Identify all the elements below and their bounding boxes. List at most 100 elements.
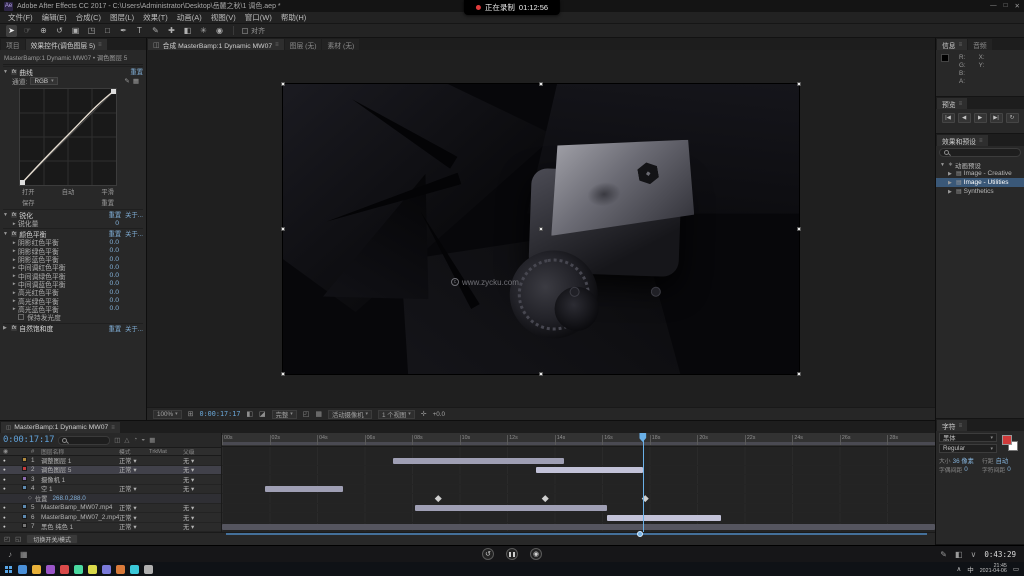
current-timecode[interactable]: 0:00:17:17 <box>3 435 54 445</box>
viewer-timecode[interactable]: 0:00:17:17 <box>200 410 241 418</box>
parameter-value[interactable]: 0.0 <box>110 297 119 304</box>
playhead-handle[interactable] <box>639 433 646 442</box>
pan-behind-tool[interactable]: ◳ <box>86 25 97 37</box>
layer-row[interactable]: ●7黑色 纯色 1正常 ▾无 ▾ <box>0 523 221 533</box>
tab-character[interactable]: 字符 ≡ <box>937 420 967 431</box>
layer-track[interactable] <box>222 513 935 523</box>
transparency-grid-icon[interactable]: ▦ <box>315 410 322 418</box>
expand-transfer-icon[interactable]: ◱ <box>15 535 21 543</box>
preset-tree-item[interactable]: ▶▤Synthetics <box>936 187 1024 196</box>
selection-handle[interactable] <box>539 227 543 231</box>
layer-duration-bar[interactable] <box>536 467 643 473</box>
reset-link[interactable]: 重置 <box>109 324 122 333</box>
blend-mode-select[interactable]: 正常 ▾ <box>119 503 149 512</box>
layer-track[interactable] <box>222 475 935 485</box>
about-link[interactable]: 关于... <box>125 229 143 238</box>
viewer-tab-2[interactable]: 素材 (无) <box>322 39 359 50</box>
property-value[interactable]: 268.0,288.0 <box>52 495 85 502</box>
composition-view[interactable]: ◆ c www.zycku.com <box>283 84 799 374</box>
curve-button[interactable]: 重置 <box>101 198 114 207</box>
curve-button[interactable]: 自动 <box>62 187 75 196</box>
font-family-select[interactable]: 黑体▾ <box>939 433 997 442</box>
parameter-value[interactable]: 0 <box>115 220 119 227</box>
maximize-button[interactable]: □ <box>1004 2 1008 10</box>
layer-row[interactable]: ●6MasterBamp_MW07_2.mp4正常 ▾无 ▾ <box>0 513 221 523</box>
shape-tool[interactable]: □ <box>102 25 113 37</box>
curve-grid-icon[interactable]: ▦ <box>133 77 139 85</box>
comp-flowchart-icon[interactable]: ◫ <box>114 436 120 444</box>
layer-track[interactable] <box>222 504 935 514</box>
selection-handle[interactable] <box>281 227 285 231</box>
puppet-pin-tool[interactable]: ◉ <box>214 25 225 37</box>
layer-label-color[interactable] <box>22 457 27 462</box>
zoom-tool[interactable]: ⊕ <box>38 25 49 37</box>
menu-item[interactable]: 窗口(W) <box>245 12 272 23</box>
timeline-navigator[interactable] <box>226 533 927 535</box>
expand-switches-icon[interactable]: ◰ <box>4 535 10 543</box>
fill-color-swatch[interactable] <box>1002 435 1012 445</box>
presets-search-input[interactable] <box>939 148 1021 157</box>
layer-track[interactable] <box>222 523 935 533</box>
effect-curves-header[interactable]: ▼ fx 曲线 重置 <box>3 66 143 76</box>
selection-handle[interactable] <box>797 372 801 376</box>
layer-duration-bar[interactable] <box>222 524 935 530</box>
exposure-value[interactable]: +0.0 <box>433 411 445 418</box>
selection-handle[interactable] <box>539 82 543 86</box>
visibility-toggle[interactable]: ● <box>3 524 6 529</box>
tab-audio[interactable]: 音频 <box>968 39 992 50</box>
parameter-value[interactable]: 0.0 <box>110 256 119 263</box>
menu-item[interactable]: 帮助(H) <box>281 12 306 23</box>
channel-select[interactable]: RGB▾ <box>30 77 57 86</box>
shy-layers-icon[interactable]: ◔ <box>133 436 137 444</box>
layer-name[interactable]: MasterBamp_MW07.mp4 <box>41 504 119 511</box>
parent-select[interactable]: 无 ▾ <box>183 513 221 522</box>
menu-item[interactable]: 合成(C) <box>76 12 101 23</box>
parameter-value[interactable]: 0.0 <box>110 289 119 296</box>
timeline-track-area[interactable]: 00s02s04s06s08s10s12s14s16s18s20s22s24s2… <box>222 433 935 532</box>
annotate-icon[interactable]: ✎ <box>940 550 947 559</box>
preset-tree-item[interactable]: ▶▤Image - Creative <box>936 169 1024 178</box>
field-value[interactable]: 0 <box>964 466 968 473</box>
selection-tool[interactable]: ➤ <box>6 25 17 37</box>
selection-handle[interactable] <box>797 82 801 86</box>
parent-select[interactable]: 无 ▾ <box>183 456 221 465</box>
timeline-tab[interactable]: ◫ MasterBamp:1 Dynamic MW07 ≡ <box>1 422 120 433</box>
parent-select[interactable]: 无 ▾ <box>183 465 221 474</box>
layer-name[interactable]: 黑色 纯色 1 <box>41 522 119 531</box>
layer-label-color[interactable] <box>22 466 27 471</box>
pixel-aspect-icon[interactable]: ✛ <box>421 410 427 418</box>
screenshot-icon[interactable]: ◧ <box>955 550 963 559</box>
font-style-select[interactable]: Regular▾ <box>939 444 997 453</box>
type-tool[interactable]: T <box>134 25 145 37</box>
layer-row[interactable]: ●3摄像机 1无 ▾ <box>0 475 221 485</box>
menu-item[interactable]: 文件(F) <box>8 12 33 23</box>
layer-row[interactable]: ●4空 1正常 ▾无 ▾ <box>0 485 221 495</box>
character-field[interactable]: 大小36 像素 <box>939 456 978 464</box>
layer-label-color[interactable] <box>22 523 27 528</box>
resolution-select[interactable]: 完整▾ <box>272 410 297 419</box>
start-button[interactable] <box>5 566 12 573</box>
property-track[interactable] <box>222 494 935 504</box>
curve-button[interactable]: 保存 <box>22 198 35 207</box>
region-of-interest-icon[interactable]: ◰ <box>303 410 310 418</box>
speaker-icon[interactable]: ♪ <box>8 550 12 559</box>
about-link[interactable]: 关于... <box>125 324 143 333</box>
visibility-toggle[interactable]: ● <box>3 477 6 482</box>
tab-info[interactable]: 信息≡ <box>937 39 967 50</box>
fx-icon[interactable]: fx <box>11 231 17 237</box>
blend-mode-select[interactable]: 正常 ▾ <box>119 484 149 493</box>
layer-name[interactable]: 空 1 <box>41 484 119 493</box>
close-button[interactable]: ✕ <box>1015 2 1020 10</box>
layer-duration-bar[interactable] <box>607 515 721 521</box>
roto-brush-tool[interactable]: ✳ <box>198 25 209 37</box>
layer-name[interactable]: 摄像机 1 <box>41 475 119 484</box>
blend-mode-select[interactable]: 正常 ▾ <box>119 465 149 474</box>
keyframe-icon[interactable] <box>435 495 441 501</box>
menu-item[interactable]: 视图(V) <box>211 12 236 23</box>
curve-pencil-icon[interactable]: ✎ <box>124 77 129 85</box>
preserve-luminosity-checkbox[interactable] <box>18 314 24 320</box>
field-value[interactable]: 36 像素 <box>953 456 974 464</box>
selection-handle[interactable] <box>797 227 801 231</box>
curves-graph[interactable] <box>19 88 117 186</box>
restart-recording-button[interactable]: ↺ <box>482 548 494 560</box>
